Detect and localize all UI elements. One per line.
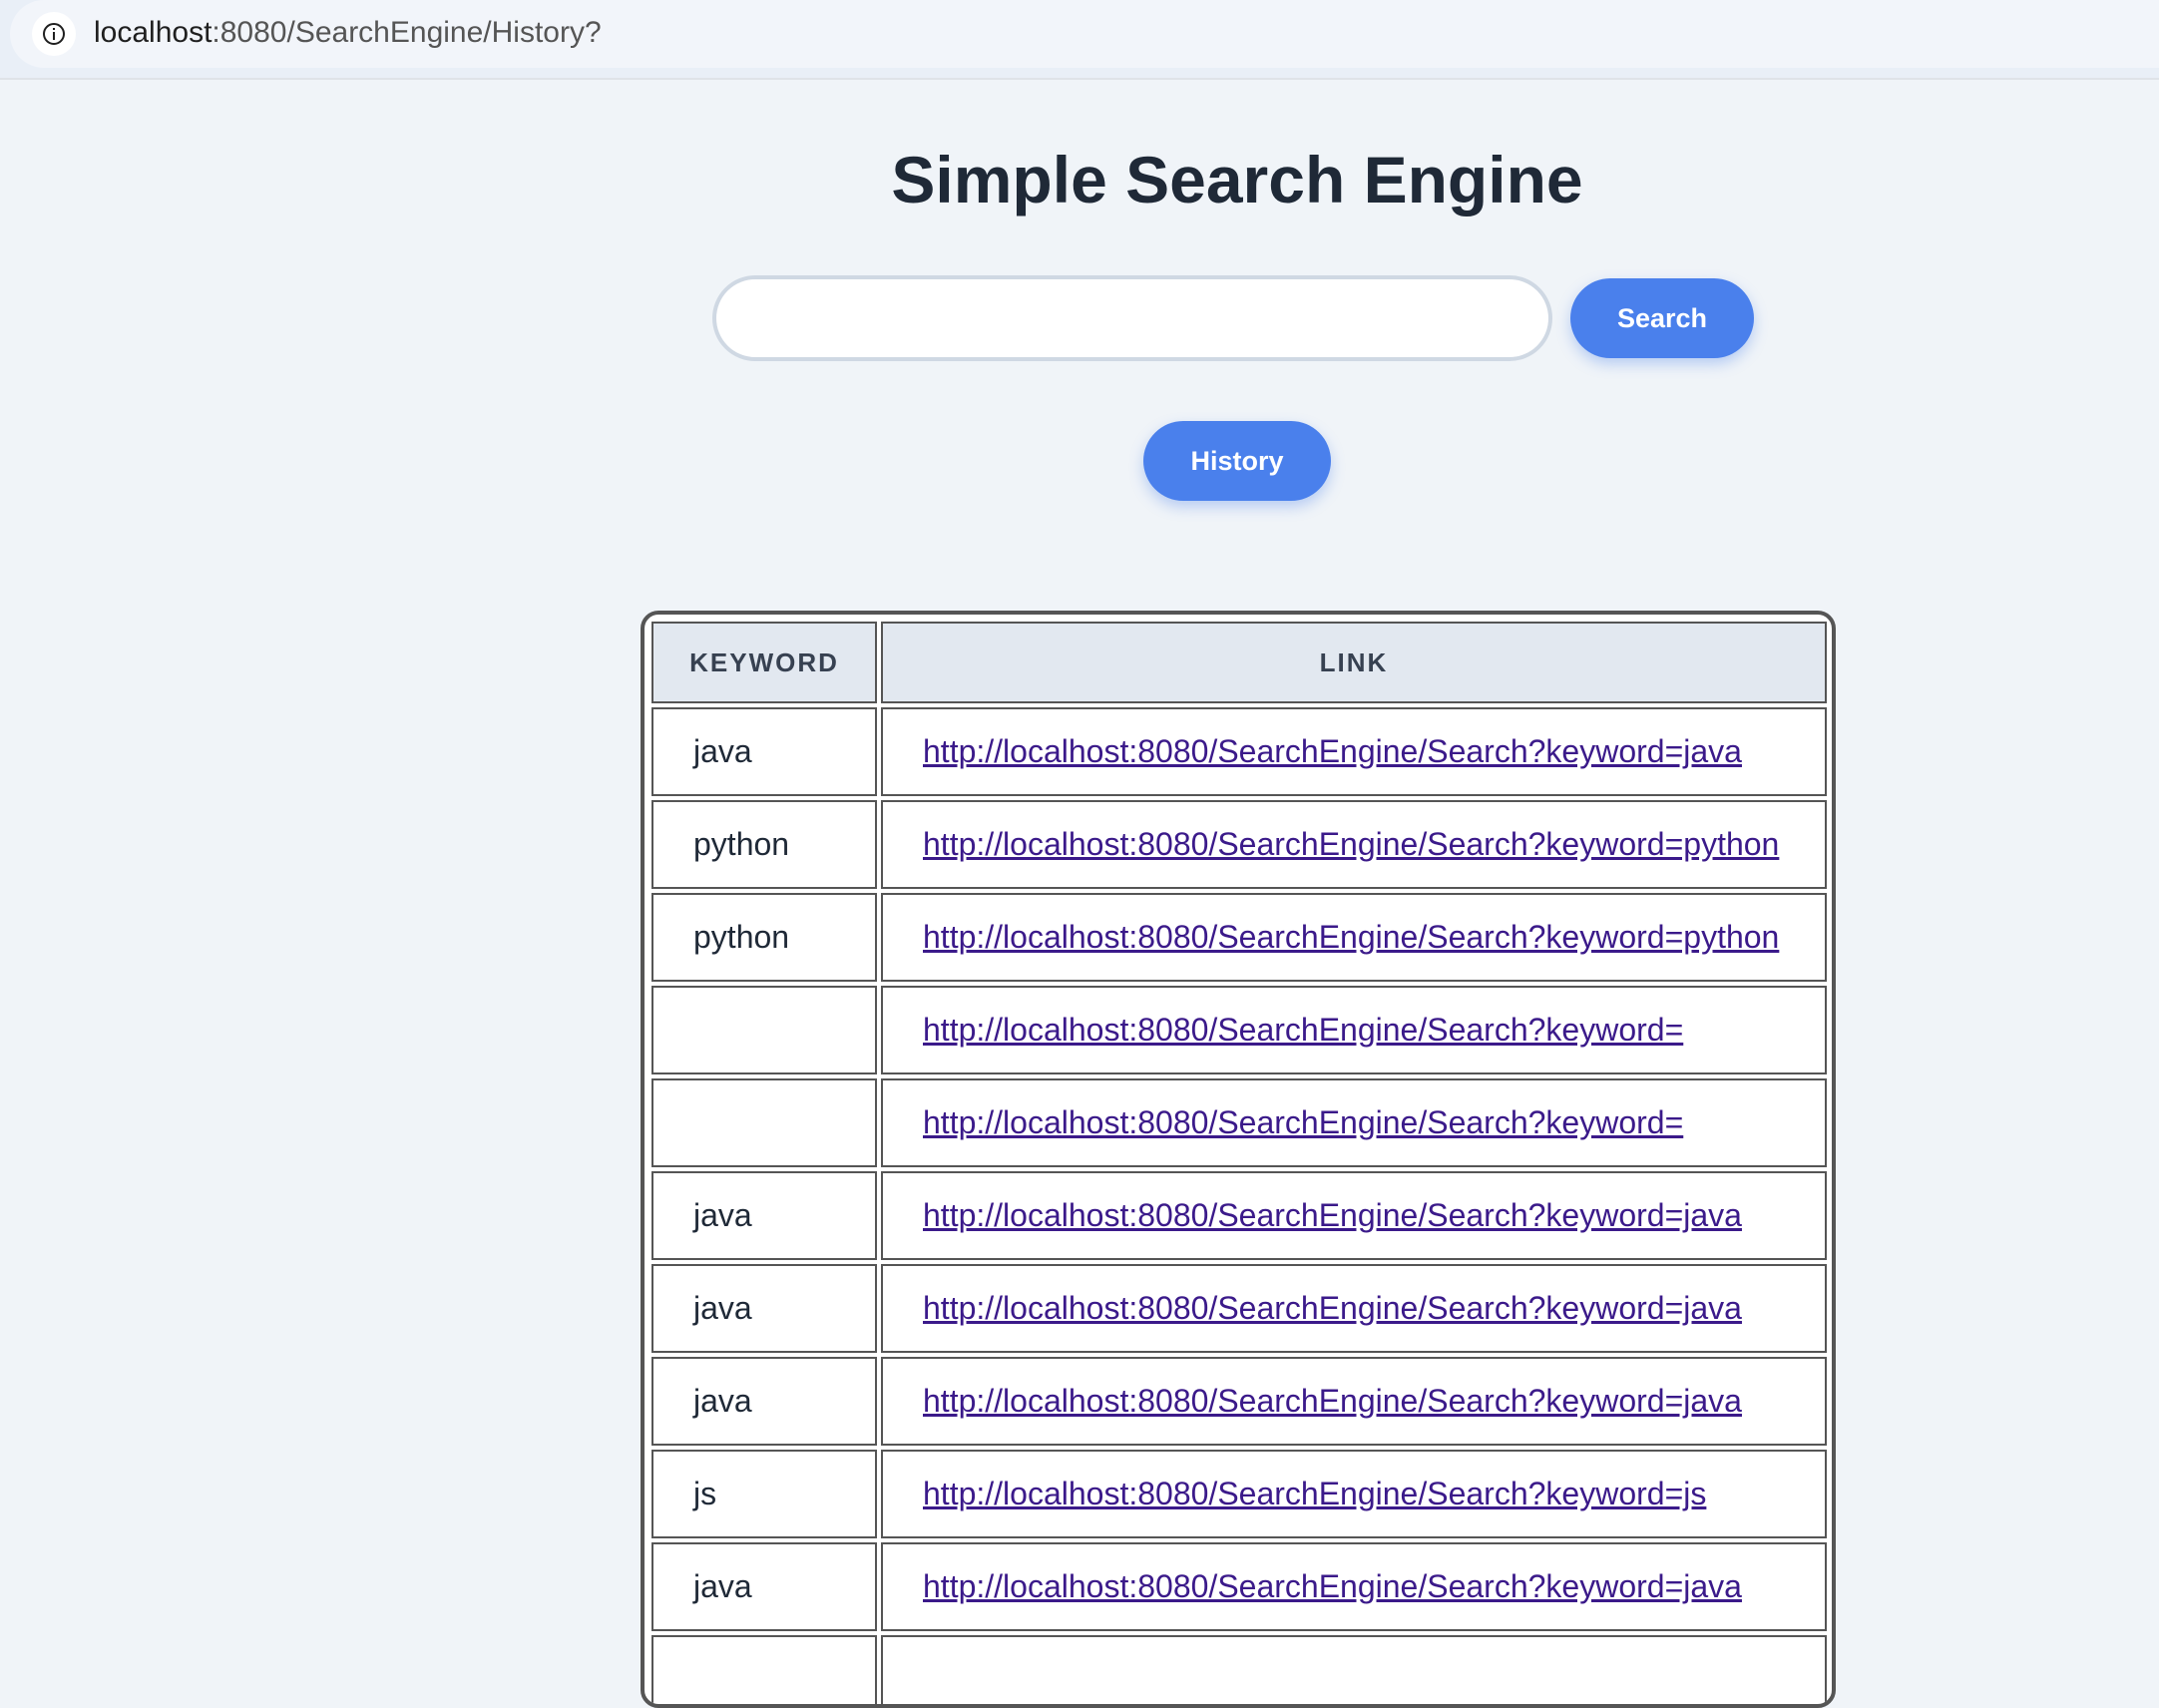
link-cell: http://localhost:8080/SearchEngine/Searc… (881, 1450, 1827, 1538)
url-field[interactable]: localhost:8080/SearchEngine/History? (10, 0, 2159, 68)
table-row: java http://localhost:8080/SearchEngine/S… (651, 1357, 1827, 1446)
history-link[interactable]: http://localhost:8080/SearchEngine/Searc… (923, 1104, 1683, 1140)
table-row: java http://localhost:8080/SearchEngine/S… (651, 1171, 1827, 1260)
table-body: java http://localhost:8080/SearchEngine/S… (651, 707, 1827, 1704)
table-row: java http://localhost:8080/SearchEngine/S… (651, 707, 1827, 796)
search-button[interactable]: Search (1570, 278, 1754, 358)
table-row: python http://localhost:8080/SearchEngine… (651, 800, 1827, 889)
history-link[interactable]: http://localhost:8080/SearchEngine/Searc… (923, 1476, 1706, 1511)
keyword-cell: java (651, 1357, 877, 1446)
history-table: KEYWORD LINK java http://localhost:8080/S… (648, 618, 1831, 1704)
link-cell: http://localhost:8080/SearchEngine/Searc… (881, 1264, 1827, 1353)
link-cell: http://localhost:8080/SearchEngine/Searc… (881, 893, 1827, 982)
keyword-cell: java (651, 1171, 877, 1260)
table-row: http://localhost:8080/SearchEngine/Searc… (651, 1078, 1827, 1167)
browser-address-bar: localhost:8080/SearchEngine/History? (0, 0, 2159, 80)
link-cell: http://localhost:8080/SearchEngine/Searc… (881, 1542, 1827, 1631)
table-row: python http://localhost:8080/SearchEngine… (651, 893, 1827, 982)
table-row: http://localhost:8080/SearchEngine/Searc… (651, 986, 1827, 1074)
table-row (651, 1635, 1827, 1704)
history-link[interactable]: http://localhost:8080/SearchEngine/Searc… (923, 1197, 1742, 1233)
link-cell: http://localhost:8080/SearchEngine/Searc… (881, 986, 1827, 1074)
history-table-container: KEYWORD LINK java http://localhost:8080/S… (641, 611, 1836, 1708)
link-cell (881, 1635, 1827, 1704)
url-text: localhost:8080/SearchEngine/History? (94, 13, 602, 53)
page-title: Simple Search Engine (891, 143, 1583, 216)
link-cell: http://localhost:8080/SearchEngine/Searc… (881, 1171, 1827, 1260)
site-info-icon[interactable] (32, 12, 76, 56)
keyword-cell: js (651, 1450, 877, 1538)
url-host: localhost (94, 16, 213, 49)
history-link[interactable]: http://localhost:8080/SearchEngine/Searc… (923, 1012, 1683, 1048)
link-cell: http://localhost:8080/SearchEngine/Searc… (881, 800, 1827, 889)
table-row: js http://localhost:8080/SearchEngine/Sea… (651, 1450, 1827, 1538)
keyword-cell: java (651, 707, 877, 796)
keyword-cell: java (651, 1542, 877, 1631)
table-row: java http://localhost:8080/SearchEngine/S… (651, 1542, 1827, 1631)
link-cell: http://localhost:8080/SearchEngine/Searc… (881, 707, 1827, 796)
history-link[interactable]: http://localhost:8080/SearchEngine/Searc… (923, 1568, 1742, 1604)
column-header-keyword: KEYWORD (651, 622, 877, 703)
url-path: :8080/SearchEngine/History? (212, 16, 602, 49)
table-row: java http://localhost:8080/SearchEngine/S… (651, 1264, 1827, 1353)
link-cell: http://localhost:8080/SearchEngine/Searc… (881, 1357, 1827, 1446)
keyword-cell: python (651, 800, 877, 889)
search-input[interactable] (712, 275, 1552, 361)
keyword-cell: java (651, 1264, 877, 1353)
history-link[interactable]: http://localhost:8080/SearchEngine/Searc… (923, 826, 1779, 862)
history-button[interactable]: History (1143, 421, 1331, 501)
keyword-cell (651, 1635, 877, 1704)
history-link[interactable]: http://localhost:8080/SearchEngine/Searc… (923, 1290, 1742, 1326)
keyword-cell (651, 986, 877, 1074)
column-header-link: LINK (881, 622, 1827, 703)
table-header-row: KEYWORD LINK (651, 622, 1827, 703)
history-link[interactable]: http://localhost:8080/SearchEngine/Searc… (923, 919, 1779, 955)
history-link[interactable]: http://localhost:8080/SearchEngine/Searc… (923, 1383, 1742, 1419)
history-link[interactable]: http://localhost:8080/SearchEngine/Searc… (923, 733, 1742, 769)
link-cell: http://localhost:8080/SearchEngine/Searc… (881, 1078, 1827, 1167)
keyword-cell: python (651, 893, 877, 982)
keyword-cell (651, 1078, 877, 1167)
